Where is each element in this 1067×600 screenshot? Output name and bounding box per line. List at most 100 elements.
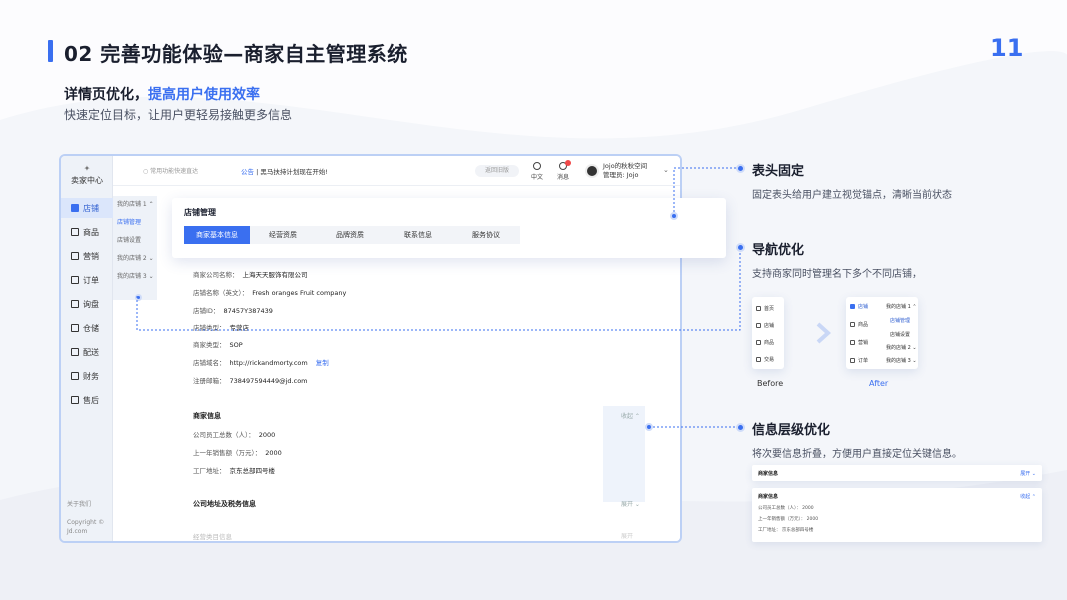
tab-basic-info[interactable]: 商家基本信息 <box>184 226 250 244</box>
orders-icon <box>71 276 79 284</box>
sidebar-item-inquiry[interactable]: 询盘 <box>61 294 113 314</box>
annotation-nav-desc: 支持商家同时管理名下多个不同店铺， <box>752 269 922 280</box>
field-merchant-type: 商家类型： SOP <box>193 341 243 349</box>
before-item-home: 首页 <box>756 305 774 312</box>
logo-mark-icon: ✦ <box>83 164 91 173</box>
user-info[interactable]: Jojo的秋秋空间 管理员: Jojo <box>603 162 647 180</box>
sidebar-item-goods[interactable]: 商品 <box>61 222 113 242</box>
annotation-dot-3 <box>736 423 745 432</box>
tab-service-agreement[interactable]: 服务协议 <box>452 226 520 244</box>
annotation-dot-2 <box>736 243 745 252</box>
title-accent-bar <box>48 40 53 62</box>
inquiry-icon <box>71 300 79 308</box>
back-old-version-button[interactable]: 返回旧版 <box>475 165 519 177</box>
annotation-dot-1 <box>736 164 745 173</box>
footer-about-link[interactable]: 关于我们 <box>67 500 91 509</box>
after-item-shop: 店铺 <box>850 303 868 310</box>
annotation-sticky-desc: 固定表头给用户建立视觉锚点，清晰当前状态 <box>752 190 952 201</box>
sidebar-item-orders[interactable]: 订单 <box>61 270 113 290</box>
avatar[interactable] <box>585 164 599 178</box>
tab-contact-info[interactable]: 联系信息 <box>384 226 452 244</box>
delivery-icon <box>71 348 79 356</box>
sidebar-item-warehouse[interactable]: 仓储 <box>61 318 113 338</box>
globe-icon <box>533 162 541 170</box>
marketing-icon <box>850 340 855 345</box>
section-merchant-info-title: 商家信息 <box>193 412 221 420</box>
shop-icon <box>850 304 855 309</box>
after-item-goods: 商品 <box>850 321 868 328</box>
marketing-icon <box>71 252 79 260</box>
after-sub-shop3: 我的店铺 3 ⌄ <box>886 358 917 364</box>
orders-icon <box>850 358 855 363</box>
sub-nav-shop-manage[interactable]: 店铺管理 <box>113 214 157 232</box>
sub-nav-shop-settings[interactable]: 店铺设置 <box>113 232 157 250</box>
before-item-trade: 交易 <box>756 356 774 363</box>
field-shop-id: 店铺ID： 87457Y387439 <box>193 307 273 315</box>
shop-sub-nav: 我的店铺 1 ⌃ 店铺管理 店铺设置 我的店铺 2 ⌄ 我的店铺 3 ⌄ <box>113 196 157 300</box>
aftersale-icon <box>71 396 79 404</box>
section-category-expand[interactable]: 展开 <box>621 531 633 540</box>
sidebar-item-delivery[interactable]: 配送 <box>61 342 113 362</box>
example-collapsed-section: 商家信息 展开 ⌄ <box>752 465 1042 481</box>
page-number: 11 <box>990 34 1024 62</box>
after-item-marketing: 营销 <box>850 339 868 346</box>
before-item-shop: 店铺 <box>756 322 774 329</box>
nav-callout-dot <box>135 294 142 301</box>
before-item-goods: 商品 <box>756 339 774 346</box>
after-nav-mini: 店铺 商品 营销 订单 我的店铺 1 ⌃ 店铺管理 店铺设置 我的店铺 2 ⌄ … <box>846 297 918 369</box>
collapse-highlight <box>603 406 645 502</box>
field-sales: 上一年销售额（万元）： 2000 <box>193 449 282 457</box>
after-sub-manage: 店铺管理 <box>890 318 911 324</box>
before-nav-mini: 首页 店铺 商品 交易 <box>752 297 784 369</box>
slide-description: 快速定位目标，让用户更轻易接触更多信息 <box>64 108 293 122</box>
sidebar-item-marketing[interactable]: 营销 <box>61 246 113 266</box>
message-button[interactable]: 消息 <box>553 160 573 181</box>
tab-brand-license[interactable]: 品牌资质 <box>316 226 384 244</box>
example-collapse-toggle[interactable]: 收起 ⌃ <box>1020 493 1036 500</box>
sidebar-item-shop[interactable]: 店铺 <box>61 198 113 218</box>
annotation-hierarchy-title: 信息层级优化 <box>752 423 831 438</box>
section-address-tax-title: 公司地址及税务信息 <box>193 500 256 508</box>
field-factory-address: 工厂地址： 京东总部四号楼 <box>193 467 275 475</box>
field-company-name: 商家公司名称： 上海天天服饰有限公司 <box>193 271 308 279</box>
field-shop-domain: 店铺域名： http://rickandmorty.com 复制 <box>193 359 329 367</box>
sub-nav-shop-3[interactable]: 我的店铺 3 ⌄ <box>113 268 157 286</box>
after-sub-shop2: 我的店铺 2 ⌄ <box>886 345 917 351</box>
trade-icon <box>756 357 761 362</box>
copy-link[interactable]: 复制 <box>316 359 329 367</box>
goods-icon <box>756 340 761 345</box>
chevron-down-icon[interactable]: ⌄ <box>663 166 669 174</box>
sidebar-item-aftersale[interactable]: 售后 <box>61 390 113 410</box>
example-expand-toggle[interactable]: 展开 ⌄ <box>1020 470 1036 477</box>
notification-badge <box>565 160 571 166</box>
sticky-callout-dot <box>670 212 678 220</box>
mock-top-bar: ○ 常用功能快速直达 公告 | 黑马扶持计划现在开始! 返回旧版 中文 消息 J… <box>113 156 680 186</box>
sticky-header-overlay: 店铺管理 商家基本信息 经营资质 品牌资质 联系信息 服务协议 <box>172 198 726 258</box>
notice-bar[interactable]: 公告 | 黑马扶持计划现在开始! <box>241 166 328 176</box>
language-button[interactable]: 中文 <box>527 162 547 181</box>
goods-icon <box>850 322 855 327</box>
finance-icon <box>71 372 79 380</box>
field-email: 注册邮箱： 738497594449@jd.com <box>193 377 308 385</box>
after-item-orders: 订单 <box>850 357 868 364</box>
section-category-title: 经营类目信息 <box>193 533 232 541</box>
before-label: Before <box>757 379 784 388</box>
after-label: After <box>869 379 889 388</box>
goods-icon <box>71 228 79 236</box>
home-icon <box>756 306 761 311</box>
annotation-nav-title: 导航优化 <box>752 243 805 258</box>
sub-nav-shop-1[interactable]: 我的店铺 1 ⌃ <box>113 196 157 214</box>
sidebar-item-finance[interactable]: 财务 <box>61 366 113 386</box>
section-address-expand[interactable]: 展开 ⌄ <box>621 499 640 508</box>
tab-business-license[interactable]: 经营资质 <box>250 226 316 244</box>
shop-manage-title: 店铺管理 <box>184 208 216 217</box>
section-merchant-collapse[interactable]: 收起 ⌃ <box>621 411 640 420</box>
shop-icon <box>756 323 761 328</box>
annotation-hierarchy-desc: 将次要信息折叠，方便用户直接定位关键信息。 <box>752 449 962 460</box>
section-callout-dot <box>645 423 653 431</box>
sub-nav-shop-2[interactable]: 我的店铺 2 ⌄ <box>113 250 157 268</box>
chevron-right-icon <box>816 322 831 344</box>
field-employees: 公司员工总数（人）： 2000 <box>193 431 276 439</box>
after-sub-shop1: 我的店铺 1 ⌃ <box>886 304 917 310</box>
search-input[interactable]: ○ 常用功能快速直达 <box>143 166 198 175</box>
